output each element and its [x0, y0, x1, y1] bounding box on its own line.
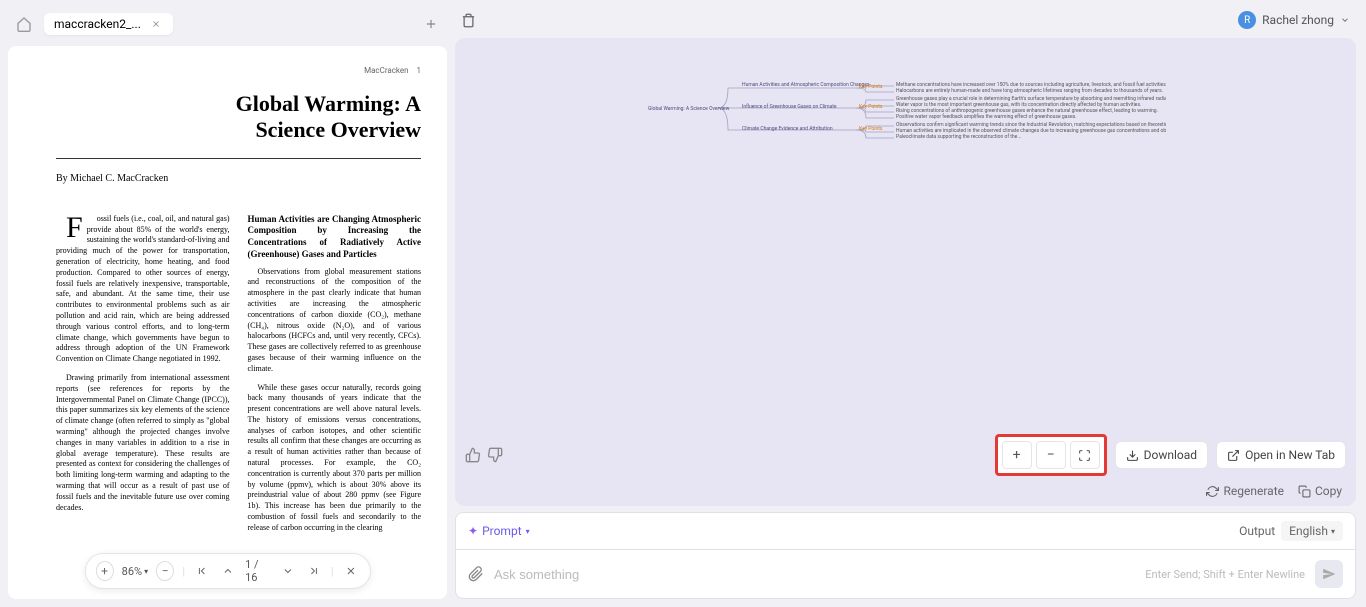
copy-button[interactable]: Copy — [1298, 484, 1342, 498]
tab-title: maccracken2_... — [54, 17, 141, 31]
svg-text:Key Points: Key Points — [859, 84, 883, 90]
download-button[interactable]: Download — [1115, 441, 1208, 469]
chevron-down-icon — [1340, 15, 1350, 25]
add-tab-icon[interactable] — [419, 12, 443, 36]
svg-text:Human Activities and Atmospher: Human Activities and Atmospheric Composi… — [742, 82, 870, 88]
pdf-toolbar: + 86% ▾ − | 1 / 16 | — [84, 553, 370, 589]
language-selector[interactable]: English ▾ — [1281, 521, 1343, 541]
prompt-area: ✦ Prompt ▾ Output English ▾ Enter Send; … — [455, 512, 1356, 599]
last-page-button[interactable] — [305, 561, 323, 581]
close-toolbar-button[interactable] — [342, 561, 360, 581]
home-icon[interactable] — [12, 12, 36, 36]
zoom-level[interactable]: 86% ▾ — [122, 565, 148, 578]
mindmap-canvas: Global Warming: A Science Overview Human… — [455, 38, 1356, 506]
svg-text:Key Points: Key Points — [859, 104, 883, 110]
output-label: Output — [1239, 524, 1275, 538]
svg-text:Water vapor is the most import: Water vapor is the most important greenh… — [896, 101, 1141, 108]
pdf-title: Global Warming: A Science Overview — [56, 91, 421, 144]
open-new-tab-button[interactable]: Open in New Tab — [1216, 441, 1346, 469]
left-panel: maccracken2_... MacCracken 1 Global Warm… — [0, 0, 455, 607]
first-page-button[interactable] — [193, 561, 211, 581]
input-hint: Enter Send; Shift + Enter Newline — [1145, 568, 1305, 581]
next-page-button[interactable] — [279, 561, 297, 581]
map-fit-button[interactable] — [1070, 441, 1100, 469]
pdf-viewer: MacCracken 1 Global Warming: A Science O… — [8, 46, 447, 599]
right-panel: R Rachel zhong Global Warming: A Science… — [455, 0, 1366, 607]
tab[interactable]: maccracken2_... — [44, 13, 173, 35]
svg-text:Halocarbons are entirely human: Halocarbons are entirely human-made and … — [896, 87, 1163, 94]
user-menu[interactable]: R Rachel zhong — [1238, 11, 1350, 29]
user-name: Rachel zhong — [1262, 13, 1334, 27]
avatar: R — [1238, 11, 1256, 29]
map-zoom-in-button[interactable]: + — [1002, 441, 1032, 469]
attachment-icon[interactable] — [468, 566, 484, 582]
send-button[interactable] — [1315, 560, 1343, 588]
close-icon[interactable] — [149, 17, 163, 31]
svg-text:Paleoclimate data supporting t: Paleoclimate data supporting the reconst… — [896, 133, 1021, 140]
zoom-controls-highlighted: + − — [995, 434, 1107, 476]
output-actions: + − Download Open in New Tab Regenerate — [455, 426, 1356, 506]
thumbs-down-icon[interactable] — [487, 447, 503, 463]
svg-text:Methane concentrations have in: Methane concentrations have increased ov… — [896, 81, 1166, 88]
tab-bar: maccracken2_... — [8, 8, 447, 40]
prompt-input[interactable] — [494, 567, 1135, 582]
svg-text:Key Points: Key Points — [859, 126, 883, 132]
regenerate-button[interactable]: Regenerate — [1206, 484, 1284, 498]
trash-icon[interactable] — [461, 13, 476, 28]
pdf-author: By Michael C. MacCracken — [56, 173, 421, 184]
mindmap-diagram[interactable]: Global Warming: A Science Overview Human… — [646, 68, 1166, 158]
prev-page-button[interactable] — [219, 561, 237, 581]
top-bar: R Rachel zhong — [455, 8, 1356, 38]
zoom-in-button[interactable]: + — [95, 561, 113, 581]
svg-text:Climate Change Evidence and At: Climate Change Evidence and Attribution — [742, 126, 833, 132]
prompt-selector[interactable]: ✦ Prompt ▾ — [468, 524, 530, 538]
svg-text:Influence of Greenhouse Gases: Influence of Greenhouse Gases on Climate — [742, 103, 837, 110]
svg-text:Rising concentrations of anthr: Rising concentrations of anthropogenic g… — [896, 107, 1158, 114]
svg-text:Global Warming: A Science Over: Global Warming: A Science Overview — [648, 106, 730, 112]
svg-text:Greenhouse gases play a crucia: Greenhouse gases play a crucial role in … — [896, 95, 1166, 102]
page-indicator: 1 / 16 — [245, 558, 271, 584]
svg-text:Observations confirm significa: Observations confirm significant warming… — [896, 121, 1166, 128]
svg-text:Positive water vapor feedback: Positive water vapor feedback amplifies … — [896, 113, 1077, 120]
thumbs-up-icon[interactable] — [465, 447, 481, 463]
pdf-page: MacCracken 1 Global Warming: A Science O… — [8, 46, 447, 599]
map-zoom-out-button[interactable]: − — [1036, 441, 1066, 469]
zoom-out-button[interactable]: − — [156, 561, 174, 581]
